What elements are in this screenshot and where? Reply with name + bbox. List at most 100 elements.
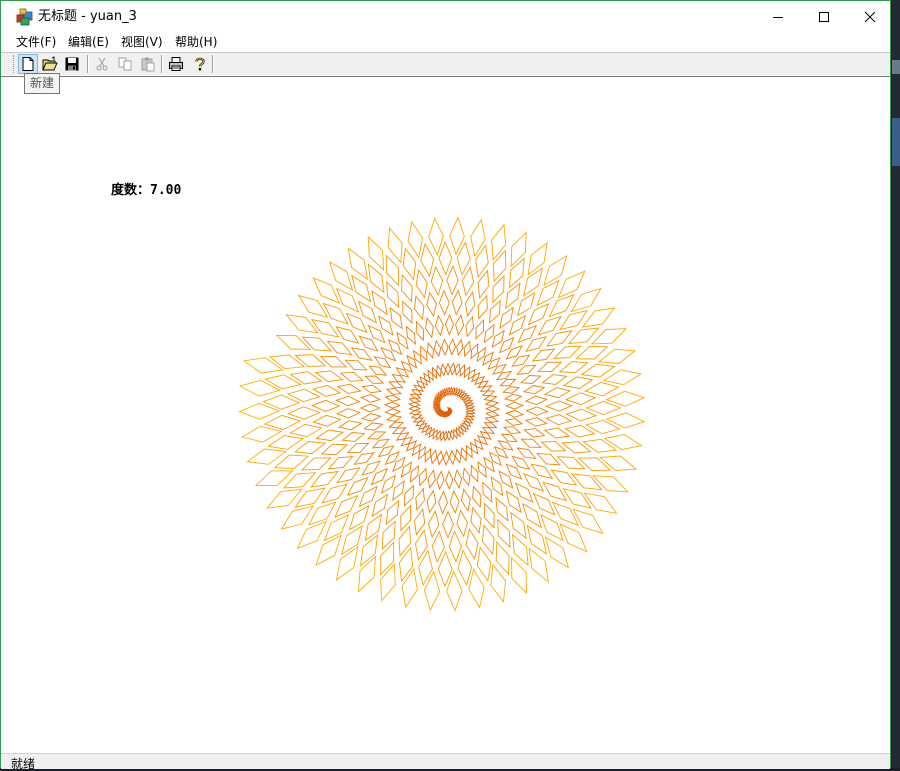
spiral-diamond xyxy=(386,281,400,309)
spiral-diamond xyxy=(400,360,413,373)
spiral-diamond xyxy=(335,395,361,407)
spiral-diamond xyxy=(495,540,510,576)
spiral-diamond xyxy=(482,524,495,556)
spiral-diamond xyxy=(504,282,521,310)
spiral-diamond xyxy=(477,380,490,389)
spiral-diamond xyxy=(482,481,493,503)
print-icon xyxy=(169,57,183,71)
app-icon xyxy=(16,8,33,26)
spiral-diamond xyxy=(465,315,475,338)
drawing-canvas[interactable]: 度数：7.00 xyxy=(1,78,890,752)
spiral-diamond xyxy=(280,505,314,530)
menu-edit[interactable]: 编辑(E) xyxy=(68,34,109,50)
spiral-diamond xyxy=(385,415,403,422)
spiral-diamond xyxy=(541,374,568,385)
spiral-diamond xyxy=(590,328,628,345)
spiral-diamond xyxy=(527,241,548,276)
spiral-diamond xyxy=(387,226,403,264)
menu-help[interactable]: 帮助(H) xyxy=(175,34,217,50)
spiral-diamond xyxy=(597,348,636,364)
spiral-diamond xyxy=(335,408,361,419)
spiral-diamond xyxy=(415,487,425,511)
spiral-diamond xyxy=(550,469,578,486)
maximize-button[interactable] xyxy=(801,1,847,32)
menu-file[interactable]: 文件(F) xyxy=(16,34,56,50)
spiral-diamond xyxy=(415,268,428,299)
spiral-diamond xyxy=(364,375,385,384)
spiral-diamond xyxy=(335,545,359,581)
spiral-diamond xyxy=(575,346,609,360)
desktop-icon xyxy=(892,60,900,74)
spiral-diamond xyxy=(497,518,511,549)
spiral-diamond xyxy=(489,299,501,324)
print-button[interactable] xyxy=(166,54,186,74)
spiral-diamond xyxy=(444,313,454,336)
spiral-diamond xyxy=(442,510,454,539)
spiral-diamond xyxy=(347,247,369,281)
spiral-diamond xyxy=(322,302,349,325)
spiral-diamond xyxy=(402,247,417,281)
save-button[interactable] xyxy=(62,54,82,74)
spiral-diamond xyxy=(312,277,341,304)
spiral-diamond xyxy=(464,291,476,318)
spiral-diamond xyxy=(409,464,420,483)
spiral-diamond xyxy=(320,443,349,455)
spiral-diamond xyxy=(430,265,444,297)
spiral-diamond xyxy=(348,504,370,531)
spiral-diamond xyxy=(421,424,431,434)
paste-button[interactable] xyxy=(138,54,158,74)
close-button[interactable] xyxy=(847,1,893,32)
spiral-diamond xyxy=(491,223,507,262)
spiral-diamond xyxy=(561,441,592,454)
spiral-diamond xyxy=(438,490,448,515)
close-icon xyxy=(864,11,876,22)
minimize-button[interactable] xyxy=(755,1,801,32)
spiral-diamond xyxy=(603,434,643,450)
spiral-diamond xyxy=(384,408,402,416)
new-button[interactable] xyxy=(18,54,38,74)
spiral-diamond xyxy=(371,290,388,316)
spiral-diamond xyxy=(565,408,598,422)
spiral-diamond xyxy=(336,383,362,394)
spiral-diamond xyxy=(371,493,389,518)
spiral-diamond xyxy=(559,523,588,553)
help-button[interactable] xyxy=(190,54,210,74)
spiral-diamond xyxy=(505,401,524,410)
open-button[interactable] xyxy=(40,54,60,74)
spiral-diamond xyxy=(268,354,306,370)
spiral-diamond xyxy=(431,530,445,563)
spiral-diamond xyxy=(289,423,323,438)
spiral-diamond xyxy=(449,449,456,466)
spiral-diamond xyxy=(311,385,342,397)
spiral-diamond xyxy=(408,405,422,412)
spiral-diamond xyxy=(401,273,413,303)
menu-view[interactable]: 视图(V) xyxy=(121,34,163,50)
spiral-diamond xyxy=(583,492,618,514)
spiral-diamond xyxy=(267,435,305,450)
copy-button[interactable] xyxy=(115,54,135,74)
status-text: 就绪 xyxy=(11,757,36,771)
spiral-diamond xyxy=(350,347,373,361)
cut-button[interactable] xyxy=(92,54,112,74)
spiral-diamond xyxy=(436,364,442,378)
spiral-diamond xyxy=(423,570,441,612)
spiral-diamond xyxy=(361,384,383,394)
spiral-diamond xyxy=(428,217,444,257)
spiral-diamond xyxy=(542,481,568,502)
spiral-diamond xyxy=(453,469,463,489)
spiral-diamond xyxy=(543,427,571,439)
title-bar[interactable]: 无标题 - yuan_3 xyxy=(1,1,890,32)
spiral-diamond xyxy=(605,412,646,429)
spiral-diamond xyxy=(385,388,403,395)
spiral-diamond xyxy=(463,340,471,358)
spiral-diamond xyxy=(408,397,422,403)
spiral-diamond xyxy=(520,438,542,448)
spiral-diamond xyxy=(525,406,549,416)
spiral-diamond xyxy=(423,372,431,384)
spiral-diamond xyxy=(511,354,531,367)
toolbar-grip[interactable] xyxy=(13,55,17,73)
spiral-diamond xyxy=(477,294,488,320)
toolbar-bottom-edge xyxy=(1,75,890,77)
degree-label: 度数：7.00 xyxy=(111,183,182,198)
spiral-diamond xyxy=(470,506,482,535)
